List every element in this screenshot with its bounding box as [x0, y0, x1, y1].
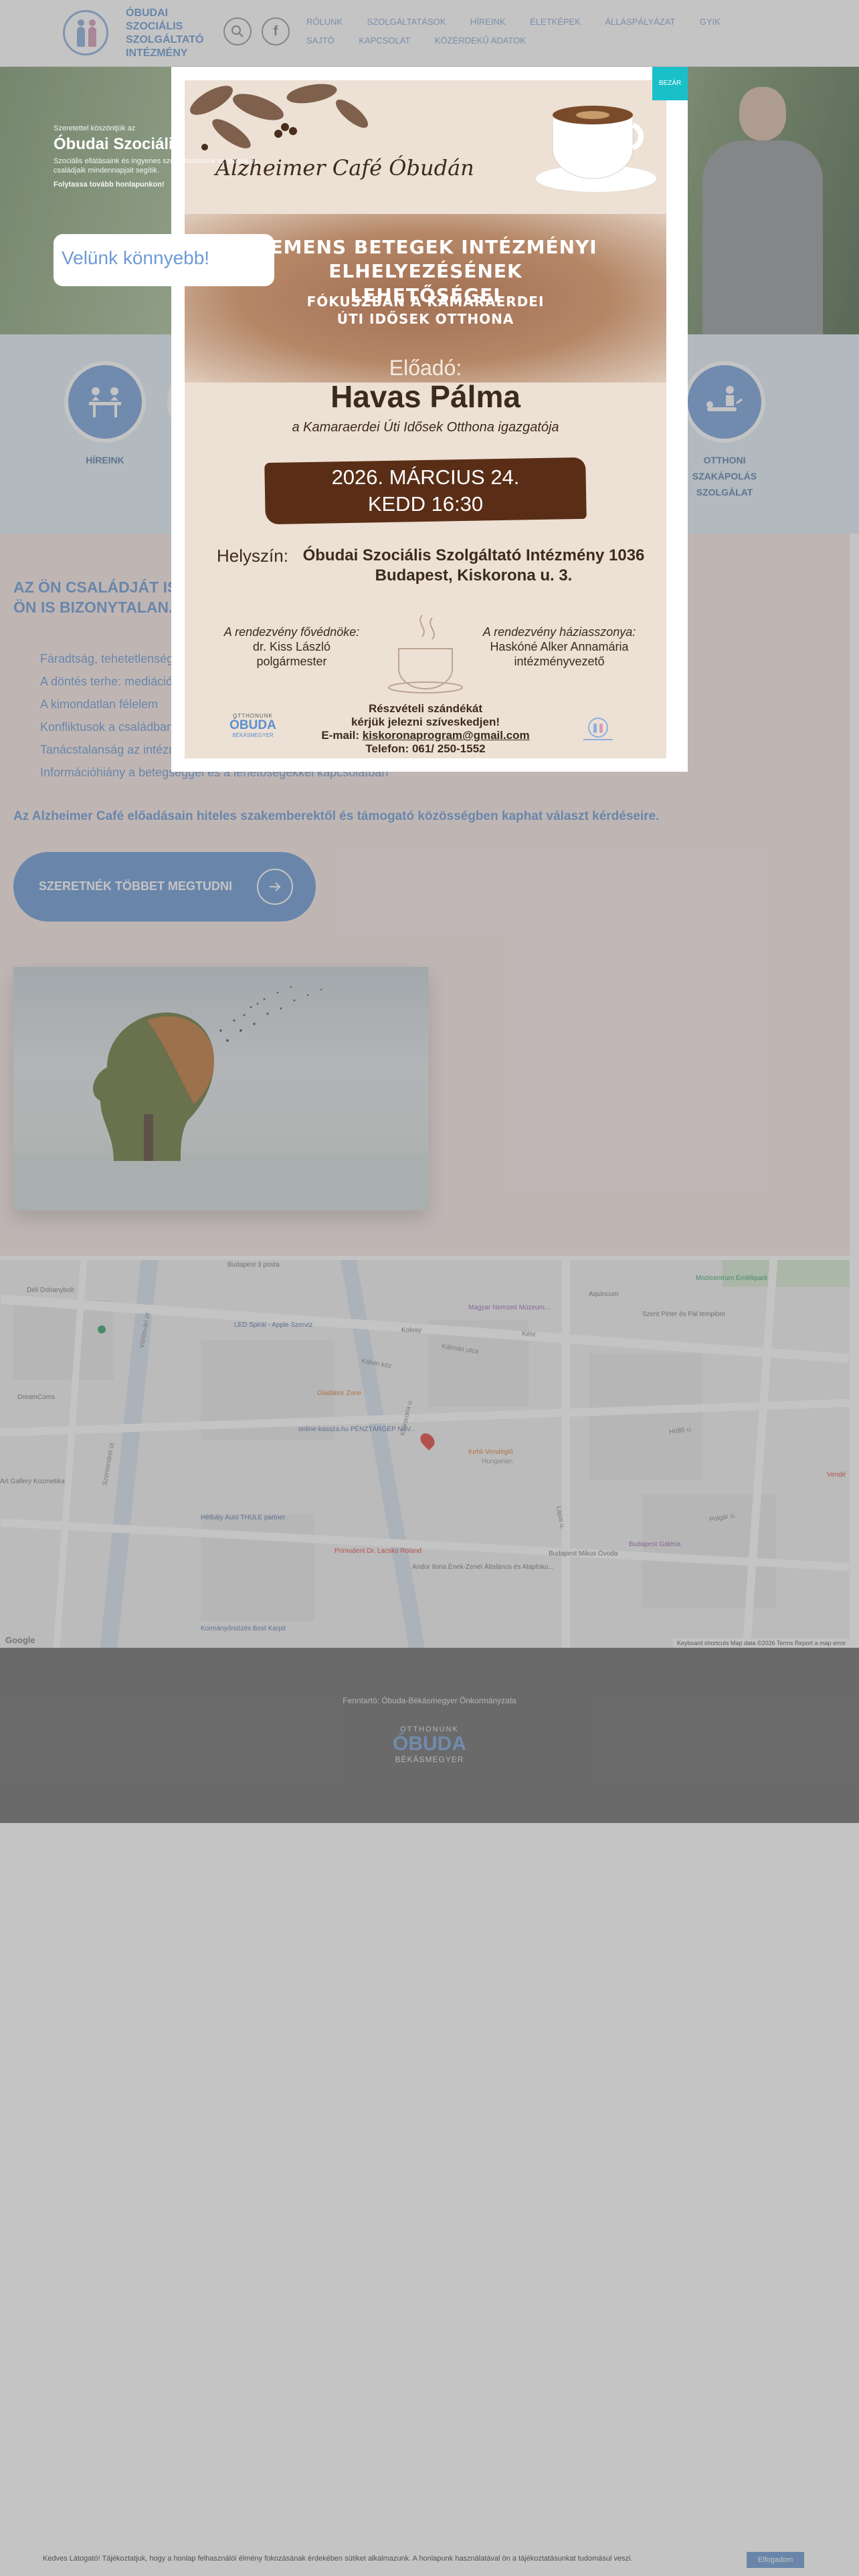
poster-place-label: Helyszín:: [217, 546, 288, 566]
poster-patron-label: A rendezvény fővédnöke:: [223, 625, 360, 639]
poster-obuda-logo: OTTHONUNK ÓBUDA BÉKÁSMEGYER: [213, 713, 293, 738]
hero-description: Szociális ellátásaink és ingyenes szolgá…: [54, 157, 258, 175]
poster-email-label: E-mail:: [321, 729, 360, 742]
poster-patron: A rendezvény fővédnöke: dr. Kiss László …: [198, 625, 385, 669]
poster-host-label: A rendezvény háziasszonya:: [482, 625, 636, 639]
hero-greeting: Szeretettel köszöntjük az: [54, 124, 136, 132]
poster-logo-mid: ÓBUDA: [229, 718, 276, 732]
poster-place: Óbudai Szociális Szolgáltató Intézmény 1…: [302, 546, 645, 584]
coffee-cup-sketch-icon: [388, 615, 463, 693]
poster-presenter-label: Előadó:: [389, 356, 462, 380]
institution-logo-icon: [583, 718, 613, 740]
poster-subtitle: FÓKUSZBAN A KAMARAERDEI ÚTI IDŐSEK OTTHO…: [306, 294, 545, 327]
poster-email[interactable]: kiskoronaprogram@gmail.com: [363, 729, 530, 742]
hero-title: Óbudai Szociális: [54, 135, 183, 153]
poster-logo-bottom: BÉKÁSMEGYER: [232, 732, 274, 738]
poster-date-time: KEDD 16:30: [367, 492, 484, 516]
hero-cta-label: Velünk könnyebb!: [62, 247, 210, 268]
poster-host: A rendezvény háziasszonya: Haskóné Alker…: [466, 625, 653, 669]
poster-host-name: Haskóné Alker Annamária intézményvezető: [490, 640, 629, 668]
hero-link[interactable]: Folytassa tovább honlapunkon!: [54, 181, 281, 189]
poster-presenter: Havas Pálma: [330, 379, 520, 414]
hero-text: Szeretettel köszöntjük az Óbudai Szociál…: [54, 124, 281, 189]
poster-phone: Telefon: 061/ 250-1552: [365, 742, 486, 755]
coffee-cup-image: [536, 106, 656, 192]
poster-patron-name: dr. Kiss László polgármester: [252, 640, 331, 668]
poster-presenter-role: a Kamaraerdei Úti Idősek Otthona igazgat…: [292, 420, 559, 435]
modal-close-button[interactable]: BEZÁR: [652, 67, 688, 100]
poster-date: 2026. MÁRCIUS 24. KEDD 16:30: [185, 464, 666, 518]
poster-date-day: 2026. MÁRCIUS 24.: [331, 465, 520, 489]
hero-cta-button[interactable]: Velünk könnyebb!: [54, 234, 274, 286]
